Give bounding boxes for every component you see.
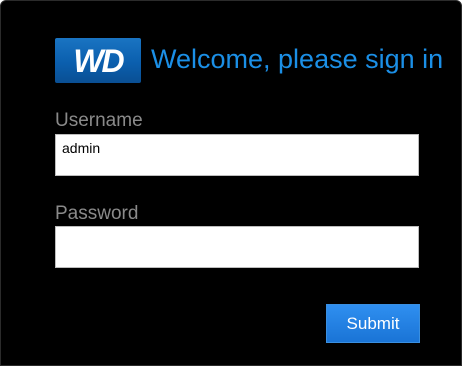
password-input[interactable] <box>55 226 419 268</box>
wd-logo-text: WD <box>73 43 124 79</box>
wd-logo-graphic: WD <box>73 43 126 79</box>
password-label: Password <box>55 203 139 224</box>
username-label: Username <box>55 110 143 131</box>
username-input[interactable] <box>55 134 419 176</box>
submit-button[interactable]: Submit <box>326 304 420 343</box>
wd-logo-icon: WD <box>55 38 141 83</box>
login-panel: WD Welcome, please sign in Username Pass… <box>0 0 462 366</box>
welcome-heading: Welcome, please sign in <box>151 44 444 74</box>
